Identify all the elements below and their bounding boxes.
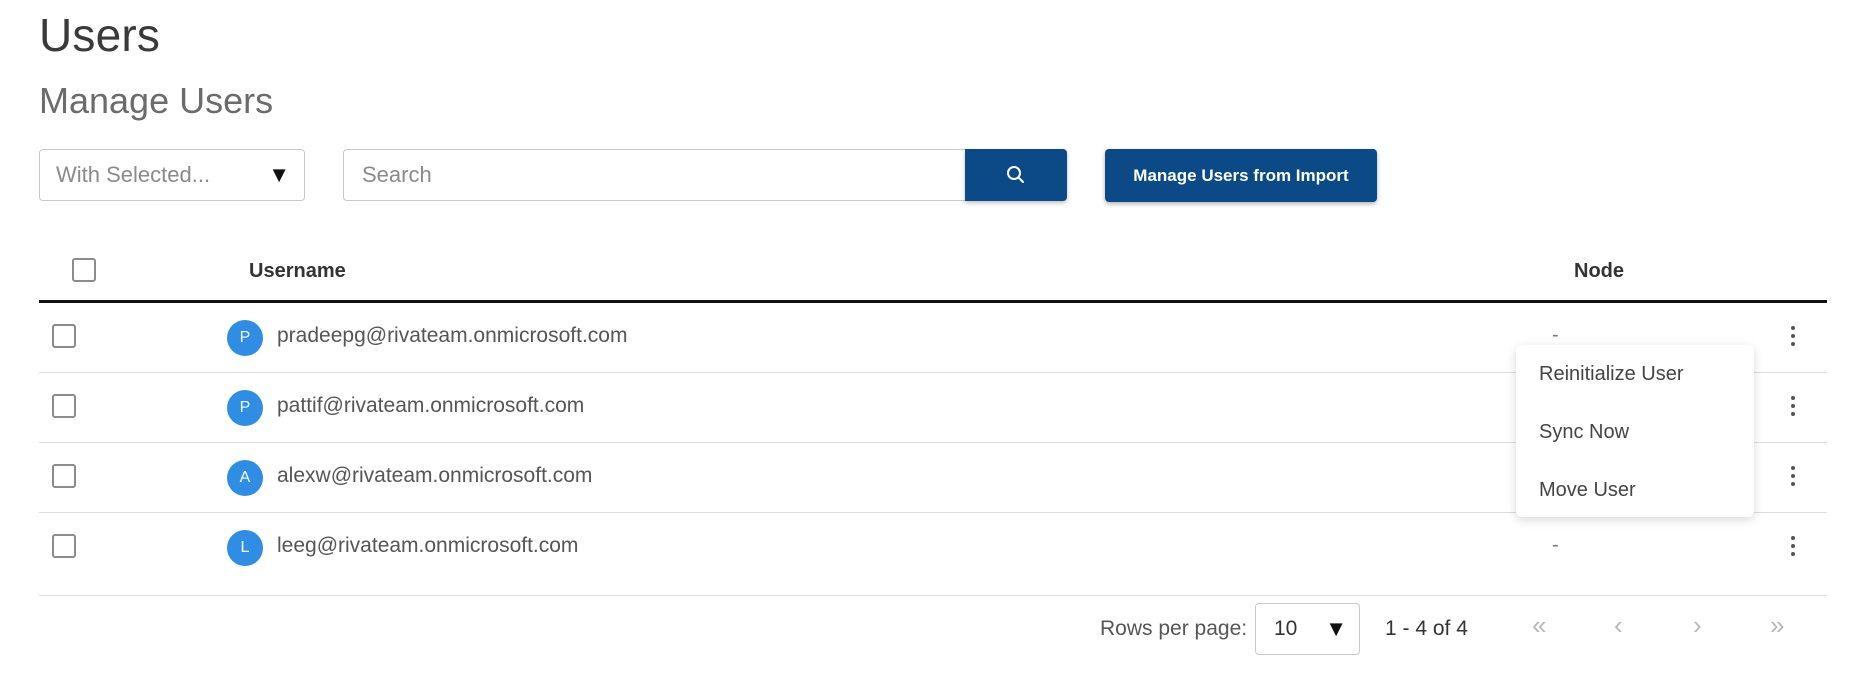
dropdown-caret-icon: ▼: [268, 162, 290, 187]
row-menu-kebab-icon[interactable]: [1781, 460, 1805, 492]
row-checkbox[interactable]: [52, 324, 76, 348]
page-title: Users: [39, 9, 161, 61]
node-cell: -: [1552, 534, 1559, 556]
rows-per-page-select[interactable]: 10 ▼: [1255, 603, 1360, 655]
with-selected-label: With Selected...: [56, 162, 211, 187]
username-cell: pradeepg@rivateam.onmicrosoft.com: [277, 324, 628, 347]
first-page-icon[interactable]: «: [1532, 612, 1546, 638]
username-cell: pattif@rivateam.onmicrosoft.com: [277, 394, 585, 417]
with-selected-dropdown[interactable]: With Selected... ▼: [39, 149, 305, 201]
pagination-range: 1 - 4 of 4: [1385, 617, 1468, 640]
menu-item-reinitialize-user[interactable]: Reinitialize User: [1539, 363, 1684, 386]
previous-page-icon[interactable]: ‹: [1614, 612, 1623, 638]
table-footer-divider: [39, 595, 1827, 596]
avatar: P: [227, 320, 263, 356]
row-checkbox[interactable]: [52, 464, 76, 488]
row-menu-kebab-icon[interactable]: [1781, 390, 1805, 422]
username-cell: leeg@rivateam.onmicrosoft.com: [277, 534, 579, 557]
row-menu-kebab-icon[interactable]: [1781, 530, 1805, 562]
rows-per-page-value: 10: [1274, 617, 1298, 640]
row-context-menu: Reinitialize User Sync Now Move User: [1516, 345, 1754, 517]
avatar: A: [227, 460, 263, 496]
table-header: Username Node: [39, 248, 1827, 303]
node-cell: -: [1552, 324, 1559, 346]
rows-per-page-label: Rows per page:: [1100, 617, 1248, 640]
search-button[interactable]: [965, 149, 1067, 201]
select-all-checkbox[interactable]: [72, 258, 96, 282]
manage-users-from-import-button[interactable]: Manage Users from Import: [1105, 149, 1377, 202]
search-icon: [1007, 166, 1024, 183]
column-header-node[interactable]: Node: [1574, 260, 1624, 283]
last-page-icon[interactable]: »: [1770, 612, 1784, 638]
dropdown-caret-icon: ▼: [1325, 616, 1347, 641]
username-cell: alexw@rivateam.onmicrosoft.com: [277, 464, 593, 487]
menu-item-move-user[interactable]: Move User: [1539, 479, 1636, 502]
next-page-icon[interactable]: ›: [1693, 612, 1702, 638]
search-input[interactable]: [343, 149, 965, 201]
search-bar: [343, 149, 1067, 201]
avatar: P: [227, 390, 263, 426]
row-menu-kebab-icon[interactable]: [1781, 320, 1805, 352]
row-checkbox[interactable]: [52, 394, 76, 418]
column-header-username[interactable]: Username: [249, 260, 346, 283]
table-row[interactable]: L leeg@rivateam.onmicrosoft.com -: [39, 512, 1827, 582]
menu-item-sync-now[interactable]: Sync Now: [1539, 421, 1629, 444]
avatar: L: [227, 530, 263, 566]
row-checkbox[interactable]: [52, 534, 76, 558]
page-subtitle: Manage Users: [39, 80, 274, 121]
